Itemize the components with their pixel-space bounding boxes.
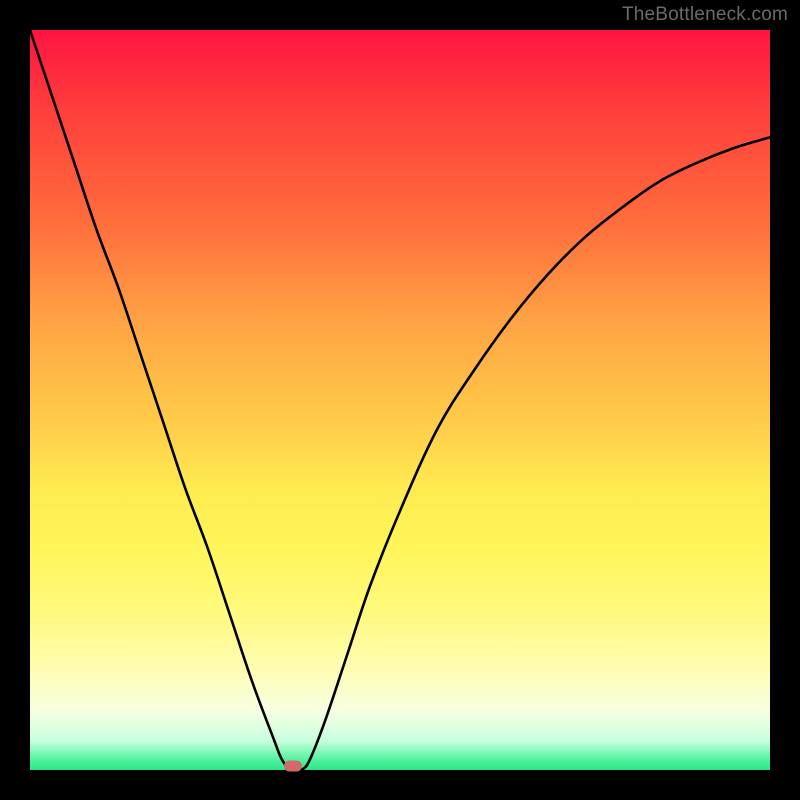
optimal-marker [284, 761, 302, 772]
chart-frame: TheBottleneck.com [0, 0, 800, 800]
watermark-text: TheBottleneck.com [622, 4, 788, 26]
bottleneck-curve [30, 30, 770, 770]
plot-area [30, 30, 770, 770]
